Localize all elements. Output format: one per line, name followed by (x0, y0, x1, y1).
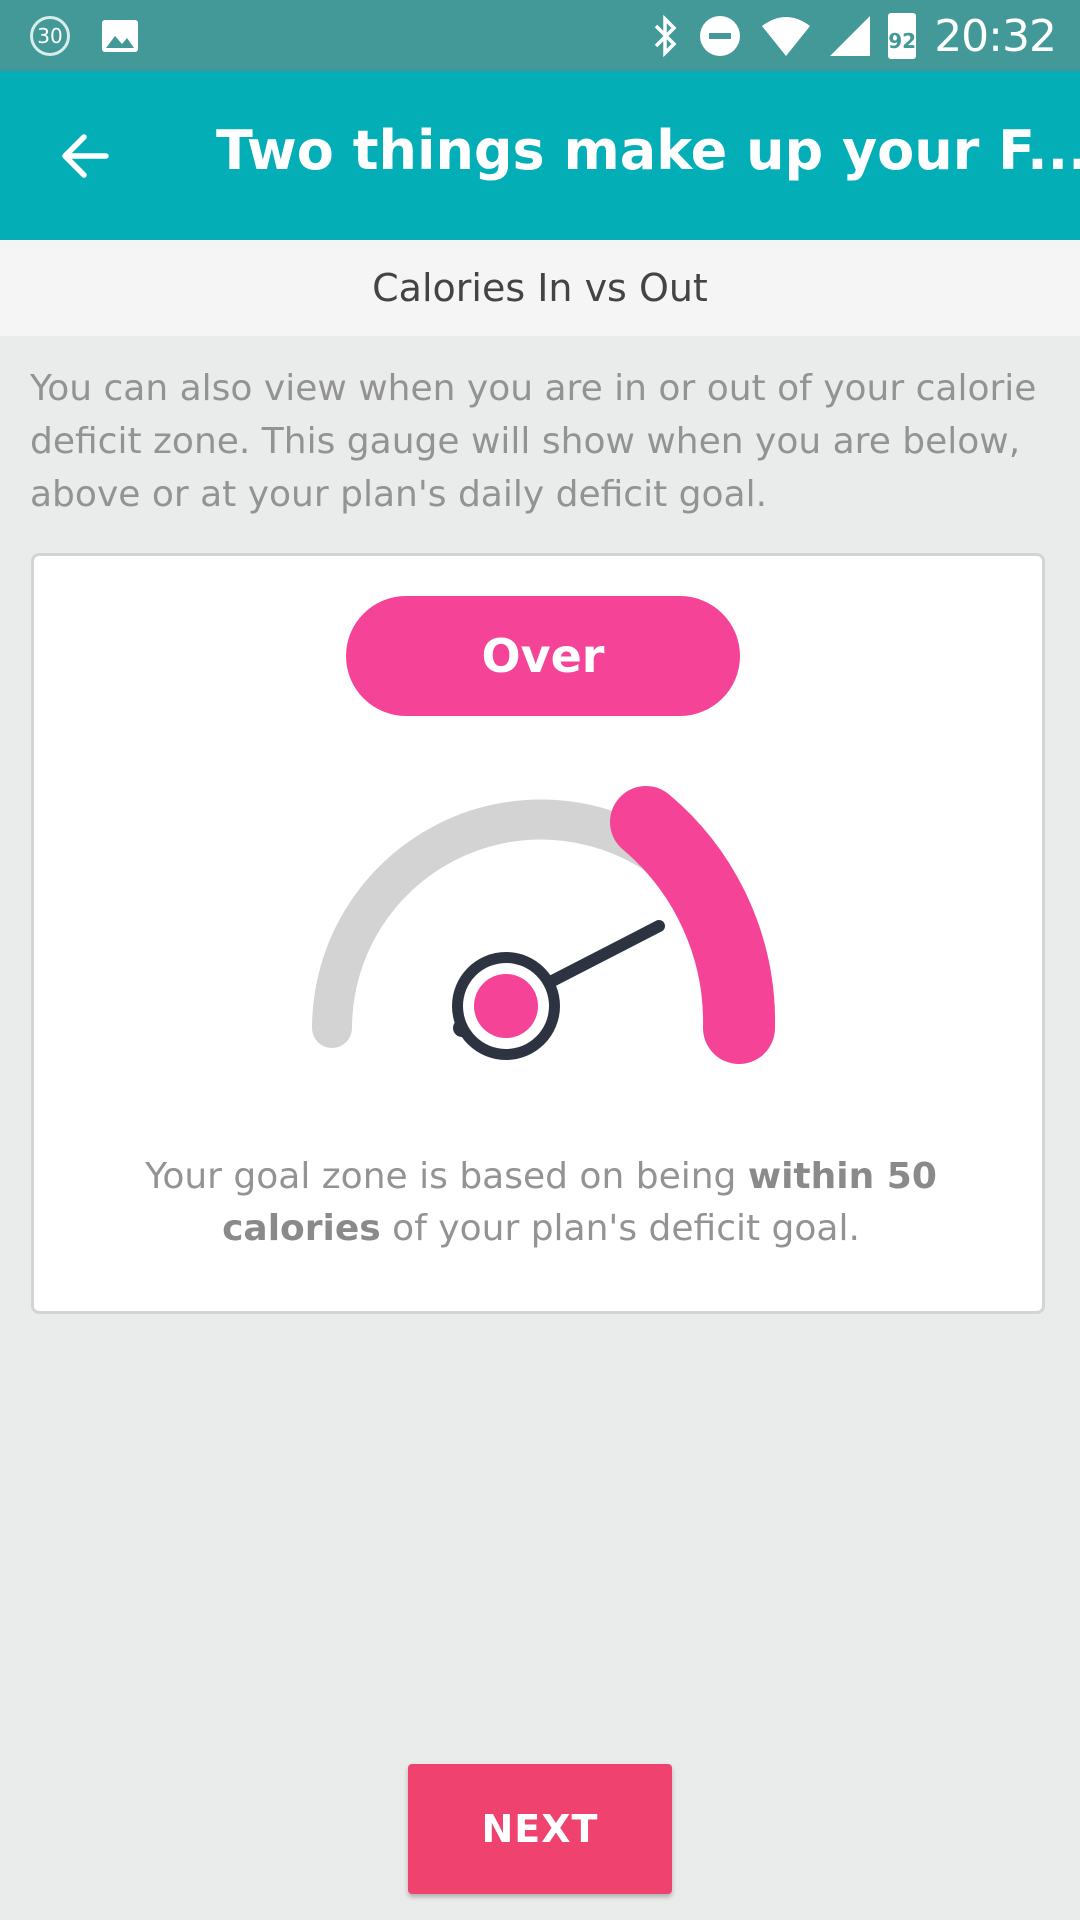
gauge-hub-dot (474, 974, 538, 1038)
do-not-disturb-icon (700, 16, 741, 56)
next-button[interactable]: NEXT (408, 1764, 672, 1894)
wifi-icon (762, 17, 811, 56)
gauge-card: Over Your goal zone is based on being wi… (31, 553, 1045, 1314)
notification-badge-number: 30 (37, 24, 63, 48)
status-right-icons: 92 20:32 (650, 10, 1057, 62)
image-icon (102, 20, 138, 52)
battery-icon: 92 (888, 13, 917, 59)
goal-zone-text: Your goal zone is based on being within … (94, 1151, 988, 1255)
battery-level: 92 (888, 29, 917, 53)
goal-text-prefix: Your goal zone is based on being (145, 1156, 748, 1197)
page-title: Two things make up your F... (216, 119, 1080, 182)
goal-text-suffix: of your plan's deficit goal. (380, 1208, 860, 1249)
status-left-icons: 30 (30, 14, 140, 58)
status-pill: Over (346, 596, 740, 716)
status-time: 20:32 (934, 10, 1057, 62)
calendar-badge-icon: 30 (30, 16, 70, 56)
app-bar: Two things make up your F... (0, 71, 1080, 240)
bluetooth-icon (654, 14, 677, 58)
back-arrow-icon (62, 134, 109, 178)
cell-signal-icon (830, 16, 871, 56)
calorie-gauge (312, 786, 776, 1064)
description-text: You can also view when you are in or out… (30, 368, 1037, 515)
status-bar: 30 92 20:32 (0, 0, 1080, 71)
section-header: Calories In vs Out (0, 240, 1080, 336)
back-button[interactable] (50, 121, 120, 191)
